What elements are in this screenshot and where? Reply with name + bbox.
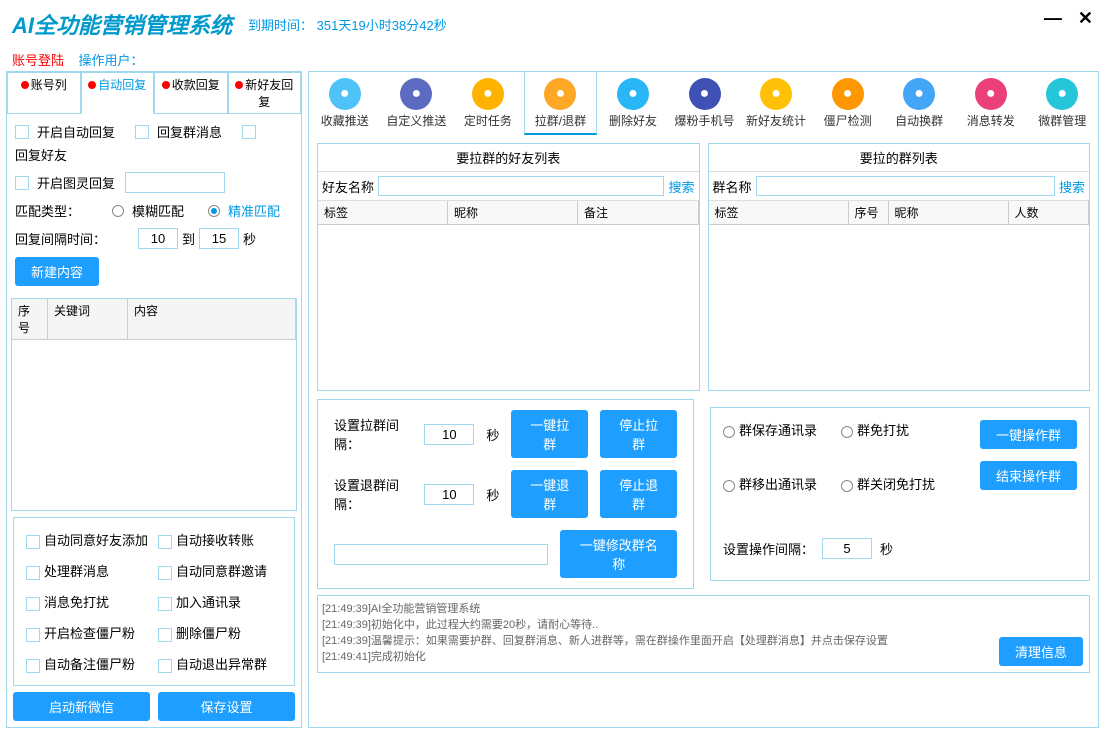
bopt-8[interactable] (26, 659, 40, 673)
toolbar-2[interactable]: ●定时任务 (452, 72, 524, 135)
toolbar-5[interactable]: ●爆粉手机号 (669, 72, 741, 135)
login-label[interactable]: 账号登陆 (12, 53, 64, 68)
toolbar-9[interactable]: ●消息转发 (955, 72, 1027, 135)
group-list-title: 要拉的群列表 (709, 144, 1090, 172)
bopt-1[interactable] (158, 535, 172, 549)
minimize-button[interactable]: — (1044, 8, 1062, 29)
cb-replyfriend[interactable] (242, 125, 256, 139)
rb-unmute[interactable] (841, 480, 853, 492)
rb-fuzzy[interactable] (112, 205, 124, 217)
toolbar-4[interactable]: ●删除好友 (597, 72, 669, 135)
bopt-4[interactable] (26, 597, 40, 611)
bopt-6[interactable] (26, 628, 40, 642)
tab-newfriend[interactable]: 新好友回复 (228, 72, 302, 114)
friend-search-button[interactable]: 搜索 (668, 177, 694, 196)
start-wechat-button[interactable]: 启动新微信 (13, 692, 150, 721)
interval-to[interactable] (199, 228, 239, 249)
user-label: 操作用户： (78, 53, 143, 68)
expiry-time: 到期时间： 351天19小时38分42秒 (248, 15, 447, 34)
app-title: AI全功能营销管理系统 (12, 8, 232, 40)
interval-from[interactable] (138, 228, 178, 249)
friend-search-input[interactable] (378, 176, 664, 196)
tuling-input[interactable] (125, 172, 225, 193)
quit-interval-input[interactable] (424, 484, 474, 505)
save-settings-button[interactable]: 保存设置 (158, 692, 295, 721)
rb-save-contacts[interactable] (723, 426, 735, 438)
group-grid[interactable] (709, 225, 1090, 390)
bopt-0[interactable] (26, 535, 40, 549)
toolbar-3[interactable]: ●拉群/退群 (524, 72, 598, 135)
new-content-button[interactable]: 新建内容 (15, 257, 99, 286)
reply-table[interactable] (12, 340, 296, 510)
cb-tuling[interactable] (15, 176, 29, 190)
clear-log-button[interactable]: 清理信息 (999, 637, 1083, 666)
friend-grid[interactable] (318, 225, 699, 390)
friend-list-title: 要拉群的好友列表 (318, 144, 699, 172)
rename-input[interactable] (334, 544, 548, 565)
tab-payment[interactable]: 收款回复 (154, 72, 228, 114)
pull-interval-input[interactable] (424, 424, 474, 445)
log-area: [21:49:39]AI全功能营销管理系统[21:49:39]初始化中，此过程大… (317, 595, 1090, 673)
rb-exact[interactable] (208, 205, 220, 217)
rename-group-button[interactable]: 一键修改群名称 (560, 530, 677, 578)
toolbar-0[interactable]: ●收藏推送 (309, 72, 381, 135)
toolbar-6[interactable]: ●新好友统计 (740, 72, 812, 135)
tab-autoreply[interactable]: 自动回复 (81, 72, 155, 114)
bopt-9[interactable] (158, 659, 172, 673)
close-button[interactable]: ✕ (1078, 8, 1093, 29)
rb-remove-contacts[interactable] (723, 480, 735, 492)
tab-account[interactable]: 账号列 (7, 72, 81, 114)
rb-mute[interactable] (841, 426, 853, 438)
bopt-3[interactable] (158, 566, 172, 580)
quit-group-button[interactable]: 一键退群 (511, 470, 588, 518)
toolbar-8[interactable]: ●自动换群 (883, 72, 955, 135)
pull-group-button[interactable]: 一键拉群 (511, 410, 588, 458)
bopt-5[interactable] (158, 597, 172, 611)
op-interval-input[interactable] (822, 538, 872, 559)
group-search-button[interactable]: 搜索 (1059, 177, 1085, 196)
stop-pull-button[interactable]: 停止拉群 (600, 410, 677, 458)
stop-quit-button[interactable]: 停止退群 (600, 470, 677, 518)
bopt-2[interactable] (26, 566, 40, 580)
toolbar-1[interactable]: ●自定义推送 (381, 72, 453, 135)
toolbar-10[interactable]: ●微群管理 (1026, 72, 1098, 135)
group-search-input[interactable] (756, 176, 1055, 196)
toolbar-7[interactable]: ●僵尸检测 (812, 72, 884, 135)
bopt-7[interactable] (158, 628, 172, 642)
cb-groupmsg[interactable] (135, 125, 149, 139)
end-operate-button[interactable]: 结束操作群 (980, 461, 1077, 490)
operate-group-button[interactable]: 一键操作群 (980, 420, 1077, 449)
cb-autoreply[interactable] (15, 125, 29, 139)
